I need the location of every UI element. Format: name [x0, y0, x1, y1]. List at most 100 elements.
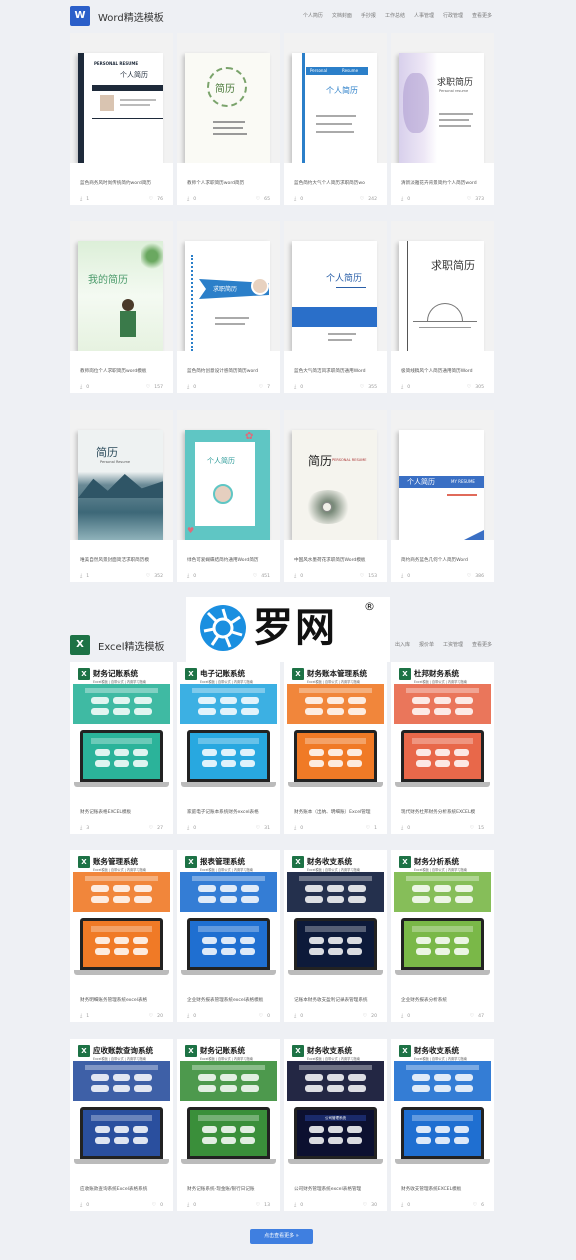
system-name: 财务记账系统	[200, 1046, 245, 1055]
card-title[interactable]: 家庭电子记账本系统财务excel表格	[187, 809, 275, 815]
card-title[interactable]: 蓝色大气简洁风求职简历通用Word	[294, 368, 382, 374]
excel-file-icon: X	[78, 1045, 90, 1057]
template-card[interactable]: 求职简历 Personal resume 清新淡雅花卉背景简约个人简历word …	[391, 33, 494, 205]
template-card[interactable]: X 财务分析系统 Excel模板 | 自带公式 | 内置学习指南 企业财务报表分析系统…	[391, 850, 494, 1022]
template-cover: PERSONAL RESUME 个人简历	[70, 33, 173, 163]
heart-icon[interactable]: ♡	[366, 825, 370, 831]
like-count[interactable]: ♡ 0	[152, 1202, 163, 1208]
template-card[interactable]: 我的简历 教师岗位个人求职简历word模板 ⤓ 0 ♡ 157	[70, 221, 173, 393]
card-title[interactable]: 财务记账系统-现金账/银行日记账	[187, 1186, 275, 1192]
card-title[interactable]: 唯美自然风景封面简洁求职简历模	[80, 557, 168, 563]
like-count[interactable]: ♡ 20	[363, 1013, 377, 1019]
template-card[interactable]: 个人简历 ✿ ♥ 绿色可爱蝴蝶结简约通用Word简历 ⤓ 0 ♡ 451	[177, 410, 280, 582]
like-count: ♡ 352	[145, 573, 163, 579]
nav-link[interactable]: 手抄报	[361, 12, 376, 19]
template-card[interactable]: 求职简历 蓝色简约创意设计感简历简历word ⤓ 0 ♡ 7	[177, 221, 280, 393]
nav-link[interactable]: 工作总结	[385, 12, 405, 19]
laptop-preview	[187, 918, 270, 970]
card-title[interactable]: 财务记账表格EXCEL模板	[80, 809, 168, 815]
like-count: ♡ 451	[252, 573, 270, 579]
heart-icon[interactable]: ♡	[152, 1202, 156, 1208]
template-card[interactable]: Personal Resume 个人简历 蓝色简约大气个人简历求职简历wo ⤓ 0…	[284, 33, 387, 205]
template-card[interactable]: X 杜邦财务系统 Excel模板 | 自带公式 | 内置学习指南 现代财务杜邦财务分析…	[391, 662, 494, 834]
card-title[interactable]: 企业财务报表分析系统	[401, 997, 489, 1003]
template-cover: X 账务管理系统 Excel模板 | 自带公式 | 内置学习指南	[70, 850, 173, 980]
card-title[interactable]: 财务账本（出纳、明细账）Excel管理	[294, 809, 382, 815]
heart-icon[interactable]: ♡	[470, 1013, 474, 1019]
template-card[interactable]: X 财务收支系统 Excel模板 | 自带公式 | 内置学习指南 记账本财务收支盈利记…	[284, 850, 387, 1022]
card-title[interactable]: 绿色可爱蝴蝶结简约通用Word简历	[187, 557, 275, 563]
excel-file-icon: X	[399, 856, 411, 868]
like-count: ♡ 305	[466, 384, 484, 390]
nav-link[interactable]: 文档封面	[332, 12, 352, 19]
template-card[interactable]: X 财务记账系统 Excel模板 | 自带公式 | 内置学习指南 财务记账系统-现金账…	[177, 1039, 280, 1211]
like-count[interactable]: ♡ 15	[470, 825, 484, 831]
like-count[interactable]: ♡ 0	[259, 1013, 270, 1019]
card-title[interactable]: 极简线稿风个人简历通用简历Word	[401, 368, 489, 374]
card-title[interactable]: 简约商务蓝色几何个人简历Word	[401, 557, 489, 563]
view-more-button[interactable]: 点击查看更多 »	[250, 1229, 313, 1244]
nav-link-more[interactable]: 查看更多	[472, 12, 492, 19]
like-count[interactable]: ♡ 31	[256, 825, 270, 831]
template-card[interactable]: X 财务收支系统 Excel模板 | 自带公式 | 内置学习指南 公司管理系统 公司财务…	[284, 1039, 387, 1211]
like-count[interactable]: ♡ 20	[149, 1013, 163, 1019]
excel-file-icon: X	[78, 856, 90, 868]
card-title[interactable]: 记账本财务收支盈利记录表管理系统	[294, 997, 382, 1003]
template-card[interactable]: 简历 教师个人求职简历word简历 ⤓ 0 ♡ 65	[177, 33, 280, 205]
card-title[interactable]: 公司财务管理系统excel表格管理	[294, 1186, 382, 1192]
heart-icon[interactable]: ♡	[256, 825, 260, 831]
nav-link[interactable]: 人事管理	[414, 12, 434, 19]
template-card[interactable]: 简历 PERSONAL RESUME 中国风水墨荷花求职简历Word模板 ⤓ 0 ♡…	[284, 410, 387, 582]
template-card[interactable]: X 电子记账系统 Excel模板 | 自带公式 | 内置学习指南家庭电子记账本系统财…	[177, 662, 280, 834]
nav-link[interactable]: 工资管理	[443, 641, 463, 648]
card-title[interactable]: 教师岗位个人求职简历word模板	[80, 368, 168, 374]
card-title[interactable]: 蓝色简约创意设计感简历简历word	[187, 368, 275, 374]
template-card[interactable]: X 应收账款查询系统 Excel模板 | 自带公式 | 内置学习指南 应收账款查询系统…	[70, 1039, 173, 1211]
template-card[interactable]: X 财务账本管理系统 Excel模板 | 自带公式 | 内置学习指南 财务账本（出纳、…	[284, 662, 387, 834]
template-card[interactable]: X 财务收支系统 Excel模板 | 自带公式 | 内置学习指南 财务收支管理系统EX…	[391, 1039, 494, 1211]
card-title[interactable]: 蓝色简约大气个人简历求职简历wo	[294, 180, 382, 186]
template-card[interactable]: X 财务记账系统 Excel模板 | 自带公式 | 内置学习指南 财务记账表格EXCE…	[70, 662, 173, 834]
download-icon: ⤓	[80, 384, 83, 390]
card-title[interactable]: 应收账款查询系统Excel表格系统	[80, 1186, 168, 1192]
nav-link[interactable]: 个人简历	[303, 12, 323, 19]
nav-link[interactable]: 报价单	[419, 641, 434, 648]
like-count[interactable]: ♡ 27	[149, 825, 163, 831]
card-title[interactable]: 企业财务报表管理系统excel表格模板	[187, 997, 275, 1003]
template-cover: X 电子记账系统 Excel模板 | 自带公式 | 内置学习指南	[177, 662, 280, 792]
download-count: ⤓ 0	[294, 384, 304, 390]
heart-icon[interactable]: ♡	[363, 1202, 367, 1208]
heart-icon[interactable]: ♡	[256, 1202, 260, 1208]
card-title[interactable]: 财务收支管理系统EXCEL模板	[401, 1186, 489, 1192]
heart-icon[interactable]: ♡	[363, 1013, 367, 1019]
template-card[interactable]: 个人简历 MY RESUME 简约商务蓝色几何个人简历Word ⤓ 0 ♡ 386	[391, 410, 494, 582]
template-card[interactable]: 求职简历 极简线稿风个人简历通用简历Word ⤓ 0 ♡ 305	[391, 221, 494, 393]
like-count[interactable]: ♡ 13	[256, 1202, 270, 1208]
nav-link[interactable]: 行政管理	[443, 12, 463, 19]
template-card[interactable]: PERSONAL RESUME 个人简历 蓝色商务风时尚传统简约word简历 ⤓…	[70, 33, 173, 205]
nav-link[interactable]: 出入库	[395, 641, 410, 648]
card-title[interactable]: 中国风水墨荷花求职简历Word模板	[294, 557, 382, 563]
heart-icon[interactable]: ♡	[259, 1013, 263, 1019]
like-count[interactable]: ♡ 47	[470, 1013, 484, 1019]
heart-icon[interactable]: ♡	[149, 825, 153, 831]
template-cover: 求职简历	[177, 221, 280, 351]
template-card[interactable]: X 账务管理系统 Excel模板 | 自带公式 | 内置学习指南财务明细账务管理系统…	[70, 850, 173, 1022]
heart-icon[interactable]: ♡	[473, 1202, 477, 1208]
card-title[interactable]: 蓝色商务风时尚传统简约word简历	[80, 180, 168, 186]
card-title[interactable]: 现代财务杜邦财务分析系统EXCEL模	[401, 809, 489, 815]
card-title[interactable]: 教师个人求职简历word简历	[187, 180, 275, 186]
template-card[interactable]: X 报表管理系统 Excel模板 | 自带公式 | 内置学习指南 企业财务报表管理系统…	[177, 850, 280, 1022]
card-title[interactable]: 财务明细账务管理系统excel表格	[80, 997, 168, 1003]
download-count: ⤓ 0	[401, 384, 411, 390]
like-count[interactable]: ♡ 1	[366, 825, 377, 831]
template-card[interactable]: 个人简历 蓝色大气简洁风求职简历通用Word ⤓ 0 ♡ 355	[284, 221, 387, 393]
like-count[interactable]: ♡ 30	[363, 1202, 377, 1208]
heart-icon[interactable]: ♡	[470, 825, 474, 831]
nav-link-more[interactable]: 查看更多	[472, 641, 492, 648]
like-count[interactable]: ♡ 6	[473, 1202, 484, 1208]
template-card[interactable]: 简历 Personal Resume 唯美自然风景封面简洁求职简历模 ⤓ 1 ♡ 35…	[70, 410, 173, 582]
sheet-preview	[180, 684, 277, 724]
card-title[interactable]: 清新淡雅花卉背景简约个人简历word	[401, 180, 489, 186]
heart-icon[interactable]: ♡	[149, 1013, 153, 1019]
